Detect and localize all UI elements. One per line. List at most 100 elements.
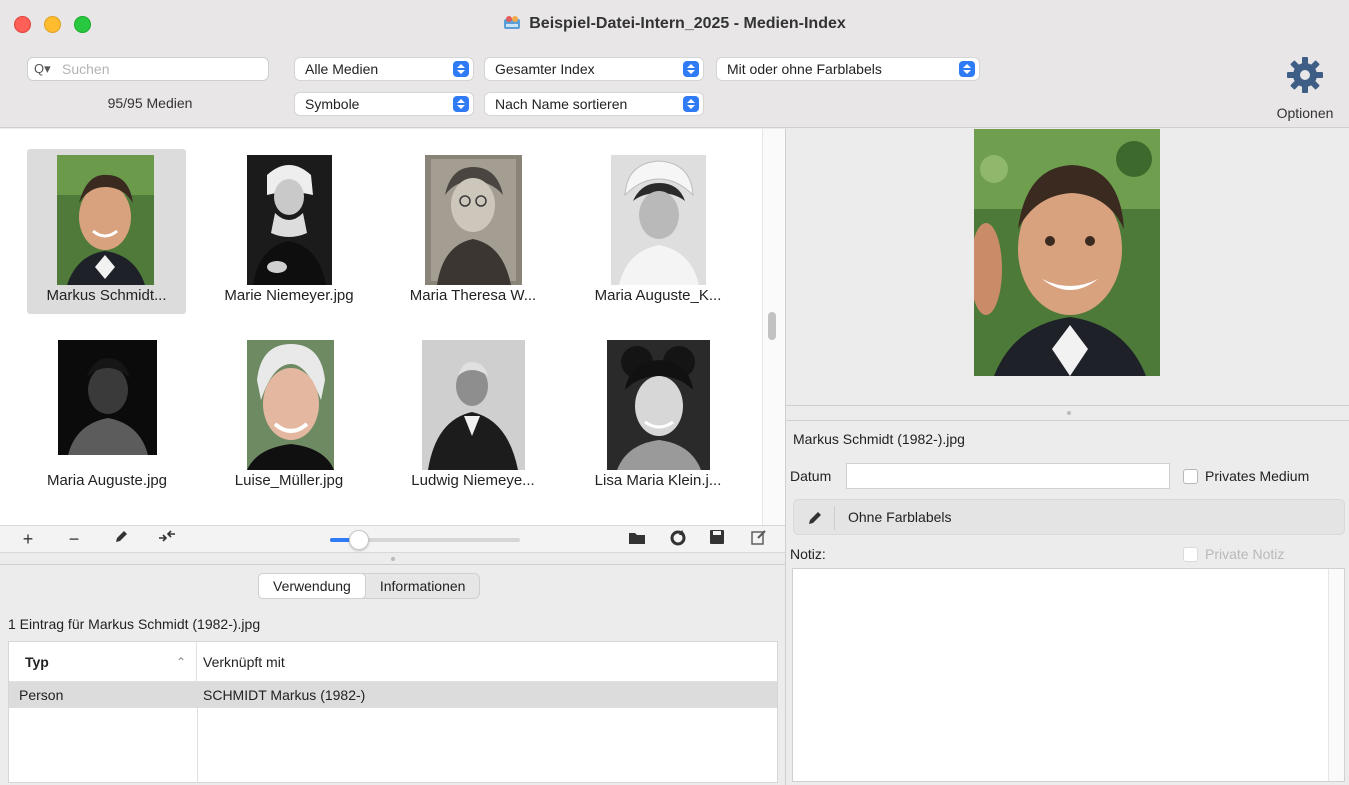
options-label: Optionen [1276,105,1334,121]
thumbnail-size-slider[interactable] [330,530,520,550]
grid-scrollbar[interactable] [762,129,785,525]
popup-arrows-icon [453,96,469,112]
date-label: Datum [790,468,832,484]
popup-arrows-icon [959,61,975,77]
color-label-selector[interactable]: Ohne Farblabels [793,499,1345,535]
sort-value: Nach Name sortieren [495,96,628,112]
portrait-photo-icon [611,155,706,285]
media-caption: Maria Theresa W... [409,287,537,304]
window-title: Beispiel-Datei-Intern_2025 - Medien-Inde… [0,14,1349,33]
private-media-label: Privates Medium [1205,468,1310,484]
search-field[interactable]: Q▾ [27,57,269,81]
grid-action-bar: + − [0,525,785,553]
divider [834,506,835,530]
label-filter-popup[interactable]: Mit oder ohne Farblabels [716,57,980,81]
search-input[interactable] [62,60,262,78]
private-media-checkbox[interactable] [1183,469,1198,484]
folder-icon [629,533,645,544]
splitter-grip [1067,411,1071,415]
media-preview [786,129,1349,407]
popup-arrows-icon [683,61,699,77]
portrait-photo-icon [247,155,332,285]
refresh-icon [670,530,686,546]
index-filter-popup[interactable]: Gesamter Index [484,57,704,81]
media-thumb-lisa-maria-klein[interactable]: Lisa Maria Klein.j... [578,334,738,494]
search-icon[interactable]: Q▾ [34,61,51,77]
toolbar: Q▾ 95/95 Medien Alle Medien Gesamter Ind… [0,50,1349,128]
save-media-button[interactable] [706,529,728,549]
window-title-text: Beispiel-Datei-Intern_2025 - Medien-Inde… [529,15,846,32]
horizontal-splitter[interactable] [0,553,785,565]
media-thumb-luise-mueller[interactable]: Luise_Müller.jpg [209,334,369,494]
titlebar: Beispiel-Datei-Intern_2025 - Medien-Inde… [0,0,1349,50]
media-caption: Maria Auguste.jpg [46,472,168,489]
media-filename: Markus Schmidt (1982-).jpg [793,431,965,447]
usage-table: Typ ⌃ Verknüpft mit Person SCHMIDT Marku… [8,641,778,783]
usage-info-tabs: Verwendung Informationen [258,573,481,599]
slider-knob[interactable] [348,530,369,550]
usage-entry-count: 1 Eintrag für Markus Schmidt (1982-).jpg [8,616,261,632]
sort-popup[interactable]: Nach Name sortieren [484,92,704,116]
note-textarea[interactable] [792,568,1345,782]
add-media-button[interactable]: + [17,529,39,549]
media-caption: Marie Niemeyer.jpg [224,287,354,304]
replace-media-button[interactable] [156,529,178,549]
preview-photo-icon [974,129,1160,376]
tab-usage[interactable]: Verwendung [258,573,366,599]
column-header-type-label: Typ [25,654,49,670]
view-mode-popup[interactable]: Symbole [294,92,474,116]
label-filter-value: Mit oder ohne Farblabels [727,61,882,77]
view-mode-value: Symbole [305,96,360,112]
portrait-photo-icon [425,155,522,285]
remove-media-button[interactable]: − [63,529,85,549]
scrollbar-thumb[interactable] [768,312,776,340]
swap-arrows-icon [159,530,175,542]
portrait-photo-icon [58,340,157,455]
media-thumb-markus-schmidt[interactable]: Markus Schmidt... [27,149,186,314]
media-caption: Maria Auguste_K... [594,287,722,304]
media-caption: Lisa Maria Klein.j... [594,472,722,489]
media-thumb-maria-auguste[interactable]: Maria Auguste.jpg [27,334,187,494]
edit-external-button[interactable] [748,529,770,549]
tab-information[interactable]: Informationen [366,574,480,598]
media-caption: Luise_Müller.jpg [234,472,344,489]
row-linked: SCHMIDT Markus (1982-) [203,687,366,703]
open-folder-button[interactable] [626,529,648,549]
column-header-linked[interactable]: Verknüpft mit [197,642,777,682]
options-button[interactable]: Optionen [1262,50,1348,126]
media-caption: Ludwig Niemeye... [411,472,535,489]
private-note-label: Private Notiz [1205,546,1285,562]
refresh-button[interactable] [667,529,689,551]
detail-splitter[interactable] [786,405,1349,421]
private-note-checkbox[interactable] [1183,547,1198,562]
edit-media-button[interactable] [110,529,132,550]
media-filter-popup[interactable]: Alle Medien [294,57,474,81]
column-header-type[interactable]: Typ ⌃ [9,642,197,682]
portrait-photo-icon [57,155,154,285]
column-divider [197,708,198,783]
popup-arrows-icon [453,61,469,77]
portrait-photo-icon [422,340,525,470]
splitter-grip [391,557,395,561]
table-row[interactable]: Person SCHMIDT Markus (1982-) [9,682,777,708]
note-scrollbar[interactable] [1328,569,1344,781]
media-thumb-maria-theresa[interactable]: Maria Theresa W... [393,149,553,309]
media-index-window: Beispiel-Datei-Intern_2025 - Medien-Inde… [0,0,1349,785]
portrait-photo-icon [607,340,710,470]
color-label-value: Ohne Farblabels [848,509,952,525]
media-caption: Markus Schmidt... [46,287,167,304]
sort-ascending-icon: ⌃ [175,655,186,669]
media-thumb-ludwig-niemeyer[interactable]: Ludwig Niemeye... [393,334,553,494]
row-type: Person [19,687,64,703]
disk-icon [710,530,724,544]
media-thumb-maria-auguste-k[interactable]: Maria Auguste_K... [578,149,738,309]
media-filter-value: Alle Medien [305,61,379,77]
media-thumb-marie-niemeyer[interactable]: Marie Niemeyer.jpg [209,149,369,309]
portrait-photo-icon [247,340,334,470]
external-edit-icon [751,530,766,545]
media-grid: Markus Schmidt... Marie Niemeyer.jpg Mar… [0,129,785,525]
date-field[interactable] [846,463,1170,489]
note-label: Notiz: [790,546,826,562]
popup-arrows-icon [683,96,699,112]
media-count: 95/95 Medien [107,95,193,111]
